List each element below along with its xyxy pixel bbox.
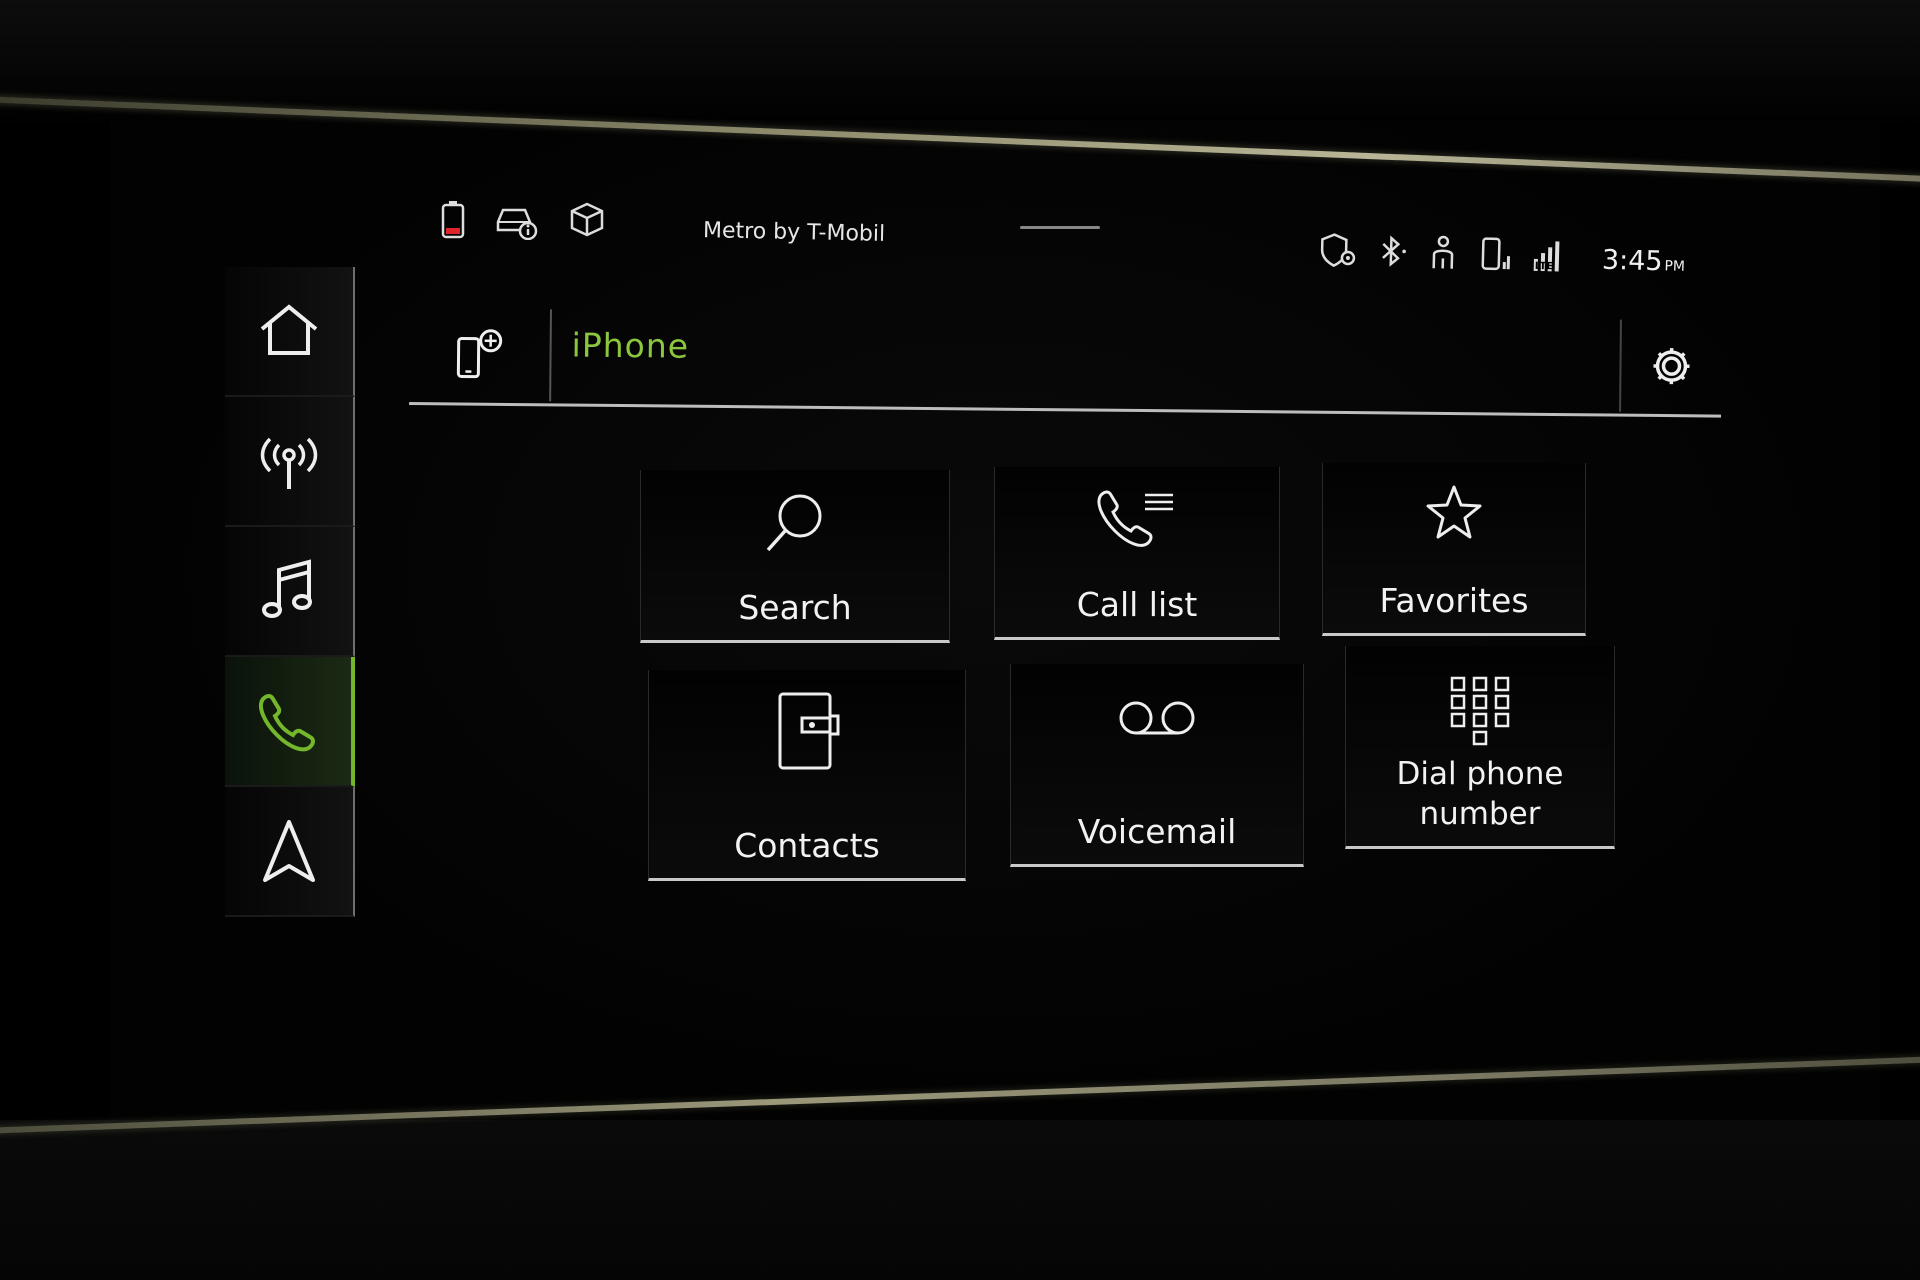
search-tile[interactable]: Search: [640, 470, 950, 643]
nav-phone[interactable]: [225, 657, 355, 787]
carrier-name: Metro by T-Mobil: [702, 218, 886, 247]
call-list-tile[interactable]: Call list: [994, 467, 1280, 640]
nav-radio[interactable]: [225, 397, 355, 527]
bluetooth-icon: [1377, 233, 1408, 276]
radio-antenna-icon: [260, 437, 318, 489]
dashboard-bottom-panel: [0, 1120, 1920, 1280]
package-icon: [568, 200, 606, 244]
keypad-icon: [1450, 676, 1510, 746]
clock-ampm: PM: [1664, 257, 1686, 275]
favorites-label: Favorites: [1379, 581, 1529, 620]
search-label: Search: [738, 588, 852, 627]
clock-time: 3:45: [1601, 244, 1663, 277]
phone-signal-icon: [1479, 235, 1512, 278]
voicemail-tile[interactable]: Voicemail: [1010, 664, 1304, 867]
nav-home[interactable]: [225, 267, 355, 397]
magnifier-icon: [766, 494, 822, 552]
nav-navigation[interactable]: [225, 787, 355, 917]
add-phone-button[interactable]: [409, 308, 552, 402]
settings-button[interactable]: [1619, 319, 1722, 413]
header-bar: iPhone: [409, 308, 1722, 418]
status-bar-left: [440, 200, 606, 244]
navigation-arrow-icon: [263, 820, 315, 882]
star-icon: [1426, 485, 1482, 539]
person-seat-icon: [1427, 234, 1460, 277]
home-icon: [260, 304, 318, 355]
dial-number-label: Dial phone number: [1346, 754, 1614, 834]
voicemail-label: Voicemail: [1077, 812, 1237, 851]
phone-battery-icon: [440, 200, 466, 244]
gear-icon: [1653, 348, 1690, 385]
nav-rail: [225, 267, 355, 917]
svg-text:LTE: LTE: [1535, 261, 1554, 272]
contacts-tile[interactable]: Contacts: [648, 670, 966, 881]
dial-label-line1: Dial phone: [1396, 756, 1564, 792]
contacts-label: Contacts: [734, 826, 880, 865]
phone-handset-icon: [258, 694, 315, 752]
add-phone-icon: [456, 329, 503, 379]
pull-down-handle[interactable]: [1020, 226, 1100, 229]
lte-icon: LTE: [1531, 237, 1566, 280]
call-list-label: Call list: [1076, 585, 1198, 624]
dial-label-line2: number: [1419, 796, 1541, 832]
music-note-icon: [262, 559, 312, 618]
clock: 3:45PM: [1602, 244, 1686, 277]
car-info-icon: [494, 200, 540, 244]
header-title: iPhone: [571, 325, 690, 366]
dial-number-tile[interactable]: Dial phone number: [1345, 646, 1615, 849]
favorites-tile[interactable]: Favorites: [1322, 463, 1586, 636]
voicemail-icon: [1119, 701, 1195, 735]
location-shield-icon: [1318, 231, 1359, 274]
call-list-icon: [1097, 490, 1173, 547]
contact-book-icon: [778, 692, 840, 770]
nav-media[interactable]: [225, 527, 355, 657]
